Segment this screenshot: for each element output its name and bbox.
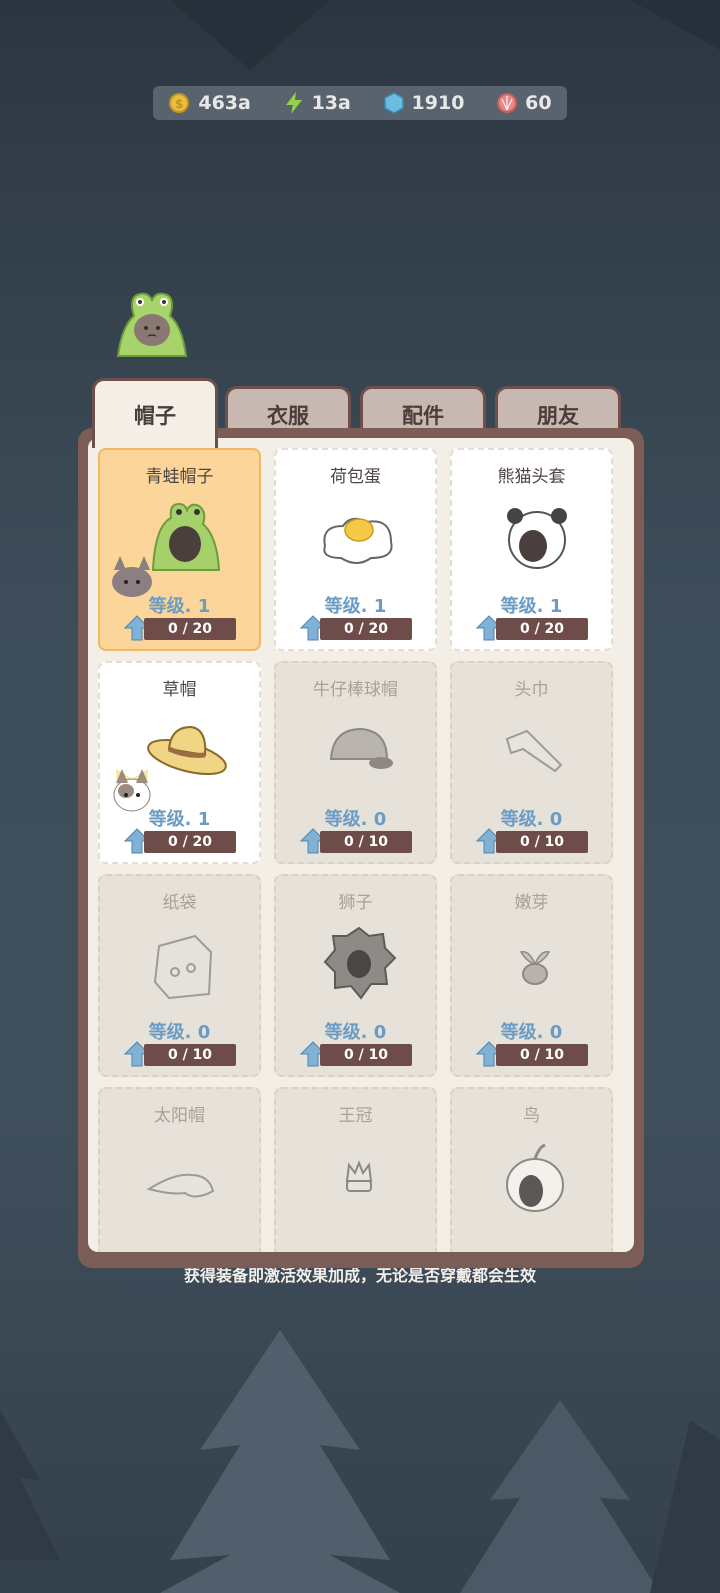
svg-text:$: $ [175,97,183,111]
item-name: 头巾 [514,680,549,700]
item-progress: 0 / 10 [320,831,412,853]
item-name: 牛仔棒球帽 [313,680,398,700]
item-name: 纸袋 [162,893,197,913]
item-card-bandana[interactable]: 头巾 等级. 0 0 / 10 [450,661,613,864]
item-card-bird[interactable]: 鸟 [450,1087,613,1252]
resource-gold[interactable]: $ 463a [168,91,251,115]
crown-icon [345,1160,373,1192]
item-card-paper-bag[interactable]: 纸袋 等级. 0 0 / 10 [98,874,261,1077]
item-name: 荷包蛋 [330,467,381,487]
item-card-cowboy-cap[interactable]: 牛仔棒球帽 等级. 0 0 / 10 [274,661,437,864]
item-card-fried-egg[interactable]: 荷包蛋 等级. 1 0 / 20 [274,448,437,651]
item-card-sprout[interactable]: 嫩芽 等级. 0 0 / 10 [450,874,613,1077]
bandana-icon [505,729,563,773]
tab-clothes-label: 衣服 [267,403,309,428]
resource-bar: $ 463a 13a 1910 60 [153,86,567,120]
fried-egg-icon [323,517,393,564]
item-name: 王冠 [338,1106,373,1126]
item-progress: 0 / 20 [144,831,236,853]
sun-hat-icon [146,1173,215,1198]
item-name: 草帽 [162,680,197,700]
tab-friends-label: 朋友 [537,403,579,428]
tab-hats[interactable]: 帽子 [92,378,218,448]
item-name: 狮子 [338,893,373,913]
item-progress: 0 / 20 [320,618,412,640]
item-card-frog-hat[interactable]: 青蛙帽子 等级. 1 0 / 20 [98,448,261,651]
item-card-sun-hat[interactable]: 太阳帽 [98,1087,261,1252]
item-name: 嫩芽 [514,893,549,913]
item-progress: 0 / 10 [320,1044,412,1066]
equipment-grid-container: 青蛙帽子 等级. 1 0 / 20 荷包蛋 等级. 1 0 / 20 熊猫头套 … [88,438,634,1252]
pink-shell-icon [497,93,518,113]
item-card-panda-hood[interactable]: 熊猫头套 等级. 1 0 / 20 [450,448,613,651]
resource-energy[interactable]: 13a [282,91,351,115]
character-frog-hat-avatar [116,292,188,357]
diamond-icon [383,92,404,114]
item-card-straw-hat[interactable]: 草帽 等级. 1 0 / 20 [98,661,261,864]
bird-hat-icon [506,1143,564,1212]
resource-shell[interactable]: 60 [495,91,552,115]
panda-hood-icon [507,508,567,569]
item-card-lion[interactable]: 狮子 等级. 0 0 / 10 [274,874,437,1077]
resource-diamond[interactable]: 1910 [382,91,465,115]
lion-mane-icon [323,926,397,1000]
item-name: 熊猫头套 [497,467,566,487]
item-name: 鸟 [523,1106,540,1126]
energy-value: 13a [311,92,351,114]
item-progress: 0 / 20 [496,618,588,640]
diamond-value: 1910 [411,92,465,114]
sprout-icon [519,951,551,985]
shell-value: 60 [525,92,552,114]
equipment-grid: 青蛙帽子 等级. 1 0 / 20 荷包蛋 等级. 1 0 / 20 熊猫头套 … [88,438,634,1252]
gold-coin-icon: $ [169,93,190,113]
lightning-icon [285,92,302,114]
gold-value: 463a [198,92,251,114]
item-progress: 0 / 20 [144,618,236,640]
item-card-crown[interactable]: 王冠 [274,1087,437,1252]
tab-accessories-label: 配件 [402,403,444,428]
item-name: 太阳帽 [154,1106,205,1126]
tab-hats-label: 帽子 [134,403,176,428]
paper-bag-icon [153,934,213,1000]
baseball-cap-icon [329,727,393,769]
item-progress: 0 / 10 [496,831,588,853]
equipment-panel: 青蛙帽子 等级. 1 0 / 20 荷包蛋 等级. 1 0 / 20 熊猫头套 … [78,428,644,1268]
item-progress: 0 / 10 [496,1044,588,1066]
item-name: 青蛙帽子 [145,467,214,487]
item-progress: 0 / 10 [144,1044,236,1066]
